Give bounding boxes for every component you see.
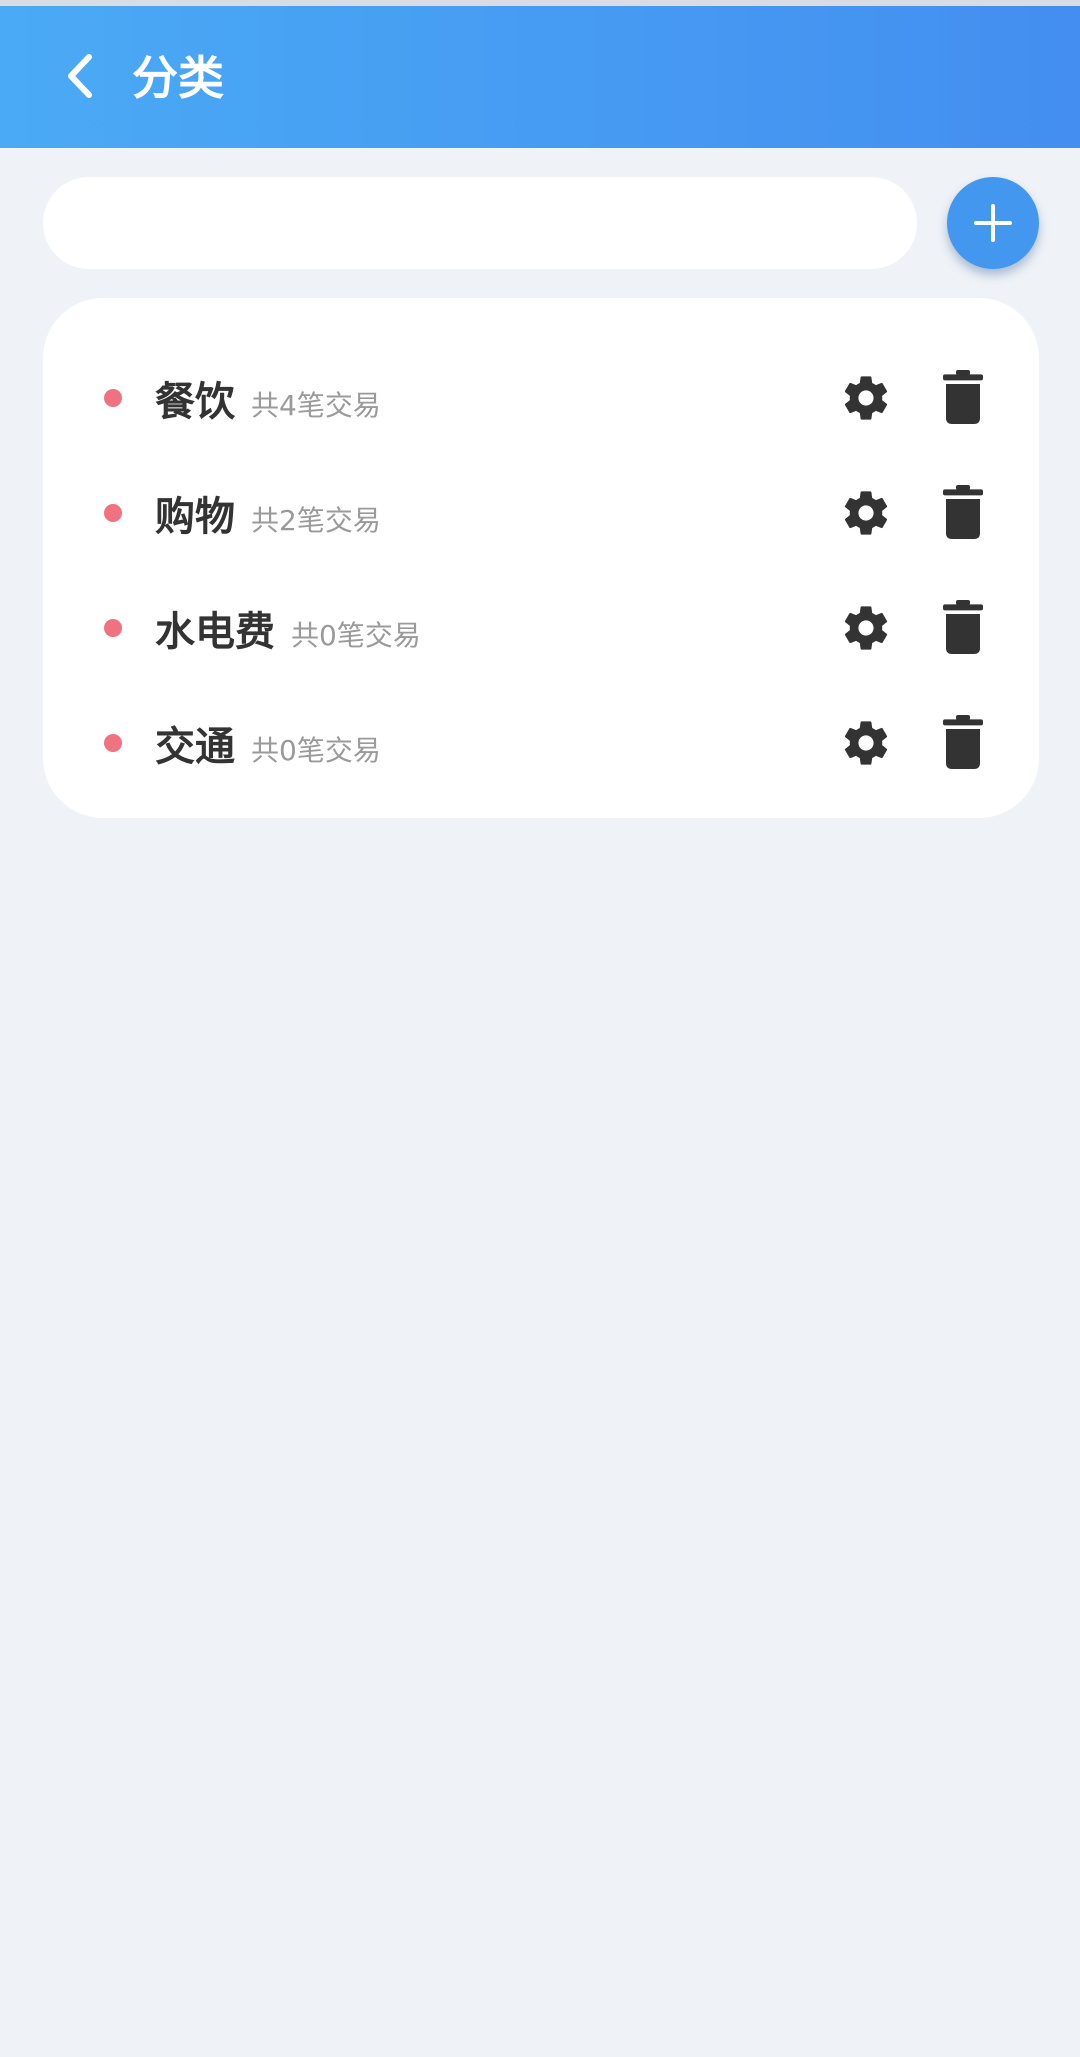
plus-icon — [974, 204, 1012, 242]
category-row-shopping[interactable]: 购物 共2笔交易 — [43, 455, 1039, 570]
transaction-count: 共4笔交易 — [251, 388, 381, 422]
category-color-dot — [104, 503, 122, 522]
trash-icon[interactable] — [943, 599, 983, 654]
trash-icon[interactable] — [943, 369, 983, 424]
category-name: 餐饮 — [155, 378, 235, 425]
category-label-group: 购物 共2笔交易 — [155, 484, 381, 542]
add-category-button[interactable] — [947, 177, 1039, 269]
app-header: 分类 — [0, 0, 1080, 148]
category-name: 交通 — [155, 723, 235, 770]
category-label-group: 交通 共0笔交易 — [155, 714, 381, 772]
gear-icon[interactable] — [840, 487, 892, 539]
trash-icon[interactable] — [943, 484, 983, 539]
category-name: 购物 — [155, 493, 235, 540]
trash-icon[interactable] — [943, 714, 983, 769]
gear-icon[interactable] — [840, 372, 892, 424]
gear-icon[interactable] — [840, 717, 892, 769]
transaction-count: 共2笔交易 — [251, 503, 381, 537]
category-row-dining[interactable]: 餐饮 共4笔交易 — [43, 340, 1039, 455]
category-row-utilities[interactable]: 水电费 共0笔交易 — [43, 570, 1039, 685]
gear-icon[interactable] — [840, 602, 892, 654]
page-title: 分类 — [132, 51, 224, 105]
category-color-dot — [104, 618, 122, 637]
search-input[interactable] — [43, 177, 917, 269]
category-row-transport[interactable]: 交通 共0笔交易 — [43, 685, 1039, 800]
chevron-left-icon — [68, 54, 92, 98]
category-name: 水电费 — [155, 608, 275, 655]
category-color-dot — [104, 733, 122, 752]
category-list: 餐饮 共4笔交易 购物 共2笔交易 水电费 共0笔交易 交通 共0笔交易 — [43, 298, 1039, 818]
category-label-group: 水电费 共0笔交易 — [155, 599, 421, 657]
back-button[interactable] — [52, 48, 108, 104]
transaction-count: 共0笔交易 — [291, 618, 421, 652]
category-color-dot — [104, 388, 122, 407]
transaction-count: 共0笔交易 — [251, 733, 381, 767]
category-label-group: 餐饮 共4笔交易 — [155, 369, 381, 427]
